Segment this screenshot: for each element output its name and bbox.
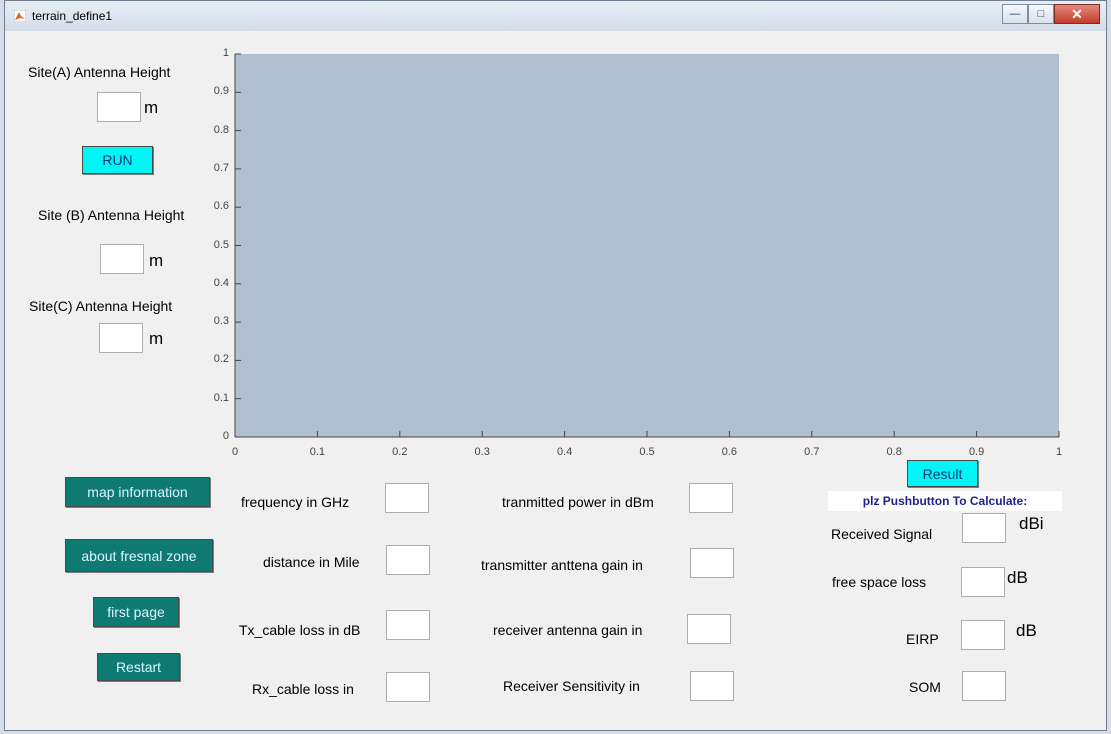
eirp-label: EIRP [906,631,939,647]
tx-gain-input[interactable] [690,548,734,578]
site-c-height-input[interactable] [99,323,143,353]
app-window: terrain_define1 — □ ✕ Site(A) Antenna He… [4,0,1107,731]
rx-cable-loss-input[interactable] [386,672,430,702]
restart-button[interactable]: Restart [97,653,180,681]
tx-cable-loss-input[interactable] [386,610,430,640]
window-controls: — □ ✕ [1002,4,1100,24]
eirp-unit: dB [1016,621,1037,640]
site-c-height-label: Site(C) Antenna Height [29,298,173,314]
y-tick-label: 0.6 [213,200,229,213]
rx-gain-label: receiver antenna gain in [493,622,643,638]
y-tick-label: 0.2 [213,353,229,366]
close-icon: ✕ [1071,5,1083,22]
free-space-loss-unit: dB [1007,568,1028,587]
maximize-button[interactable]: □ [1028,4,1054,24]
close-button[interactable]: ✕ [1054,4,1100,24]
x-tick-label: 0.1 [309,446,326,458]
site-b-height-label: Site (B) Antenna Height [38,207,185,223]
result-button[interactable]: Result [907,460,978,487]
site-a-unit: m [144,98,159,117]
x-tick-label: 0.8 [886,446,902,458]
x-tick-label: 0 [231,446,239,458]
tx-gain-label: transmitter anttena gain in [481,557,643,573]
x-tick-label: 0.4 [556,446,573,458]
frequency-input[interactable] [385,483,429,513]
y-tick-label: 0.5 [213,238,229,251]
x-tick-label: 0.5 [639,446,655,458]
site-c-unit: m [149,329,164,348]
minimize-icon: — [1009,8,1021,20]
site-b-height-input[interactable] [100,244,144,274]
site-a-height-input[interactable] [97,92,141,122]
free-space-loss-label: free space loss [832,574,927,590]
rx-gain-input[interactable] [687,614,731,644]
y-tick-label: 0.9 [213,85,229,98]
minimize-button[interactable]: — [1002,4,1028,24]
som-output [962,671,1006,701]
window-title: terrain_define1 [32,9,113,23]
rx-cable-loss-label: Rx_cable loss in [252,681,354,697]
about-fresnal-zone-button[interactable]: about fresnal zone [65,539,213,572]
x-tick-label: 0.2 [392,446,408,458]
x-tick-label: 0.3 [474,446,490,458]
eirp-output [961,620,1005,650]
title-bar[interactable]: terrain_define1 — □ ✕ [5,1,1106,31]
received-signal-label: Received Signal [831,526,933,542]
received-signal-unit: dBi [1019,514,1044,533]
x-tick-label: 0.7 [804,446,820,458]
plot-axes[interactable] [235,54,1059,437]
site-b-unit: m [149,251,164,270]
first-page-button[interactable]: first page [93,597,179,627]
received-signal-output [962,513,1006,543]
calculate-notice: plz Pushbutton To Calculate: [828,491,1062,511]
map-information-button[interactable]: map information [65,477,210,507]
site-a-height-label: Site(A) Antenna Height [28,64,171,80]
y-tick-label: 0.4 [213,276,229,289]
maximize-icon: □ [1037,8,1045,20]
x-tick-label: 1 [1055,446,1063,458]
y-tick-label: 0.3 [213,315,229,328]
y-tick-label: 0 [222,430,229,442]
rx-sensitivity-label: Receiver Sensitivity in [503,678,640,694]
tx-power-label: tranmitted power in dBm [502,494,654,510]
y-tick-label: 0.8 [213,123,229,136]
tx-power-input[interactable] [689,483,733,513]
som-label: SOM [909,679,941,695]
distance-label: distance in Mile [263,554,360,570]
y-tick-label: 0.1 [213,391,229,404]
rx-sensitivity-input[interactable] [690,671,734,701]
tx-cable-loss-label: Tx_cable loss in dB [239,622,361,638]
x-tick-label: 0.6 [721,446,738,458]
distance-input[interactable] [386,545,430,575]
run-button[interactable]: RUN [82,146,153,174]
y-tick-label: 0.7 [213,161,229,174]
x-tick-label: 0.9 [968,446,985,458]
frequency-label: frequency in GHz [241,494,350,510]
free-space-loss-output [961,567,1005,597]
figure-client-area: Site(A) Antenna Height m RUN Site (B) An… [11,32,1099,726]
y-tick-label: 1 [222,47,229,59]
matlab-icon [14,10,26,22]
